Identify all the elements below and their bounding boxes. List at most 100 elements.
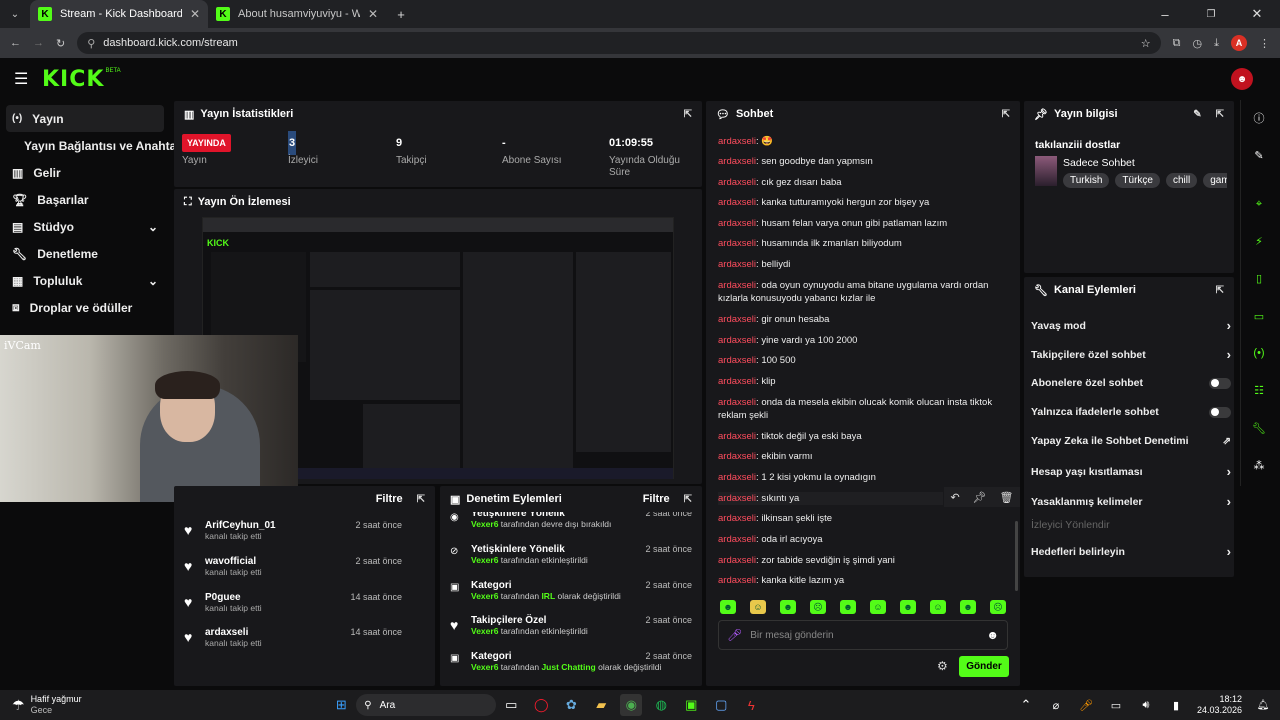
tray-icon[interactable]: ⌀ <box>1045 694 1067 716</box>
channel-action-followers-only[interactable]: Takipçilere özel sohbet › <box>1031 347 1231 362</box>
kick-logo[interactable]: KICK <box>42 67 104 92</box>
chat-username[interactable]: ardaxseli <box>718 280 756 291</box>
extensions-icon[interactable]: ⧉ <box>1173 37 1181 50</box>
layout-icon[interactable]: ☷ <box>1245 378 1273 402</box>
weather-widget[interactable]: ☂ Hafif yağmur Gece <box>12 694 82 716</box>
chat-username[interactable]: ardaxseli <box>718 136 756 147</box>
emote-icon[interactable]: ☹ <box>810 600 826 614</box>
app-icon[interactable]: ▣ <box>680 694 702 716</box>
wrench-icon[interactable]: 🔧︎ <box>1245 416 1273 440</box>
volume-icon[interactable]: 🔊︎ <box>1135 694 1157 716</box>
sidebar-item-basarilar[interactable]: 🏆︎ Başarılar <box>0 186 170 213</box>
bookmark-star-icon[interactable]: ☆ <box>1141 37 1151 50</box>
moderator-name[interactable]: Vexer6 <box>471 519 498 529</box>
file-explorer-icon[interactable]: ▰ <box>590 694 612 716</box>
tag[interactable]: gaming <box>1203 173 1227 188</box>
chat-message[interactable]: ardaxseli: tiktok değil ya eski baya <box>718 430 998 443</box>
emote-icon[interactable]: ☻ <box>840 600 856 614</box>
chat-username[interactable]: ardaxseli <box>718 534 756 545</box>
moderator-name[interactable]: Vexer6 <box>471 555 498 565</box>
popout-icon[interactable]: ⇱ <box>684 109 692 120</box>
chat-username[interactable]: ardaxseli <box>718 335 756 346</box>
moderator-name[interactable]: Vexer6 <box>471 591 498 601</box>
hamburger-menu-icon[interactable]: ☰ <box>14 69 36 89</box>
opera-icon[interactable]: ◯ <box>530 694 552 716</box>
sidebar-item-denetleme[interactable]: 🔧︎ Denetleme <box>0 240 170 267</box>
sidebar-item-yayin[interactable]: (•) Yayın <box>6 105 164 132</box>
tag[interactable]: chill <box>1165 173 1198 188</box>
chat-username[interactable]: ardaxseli <box>718 259 756 270</box>
chat-username[interactable]: ardaxseli <box>718 314 756 325</box>
chat-message[interactable]: ardaxseli: gir onun hesaba <box>718 313 998 326</box>
chat-username[interactable]: ardaxseli <box>718 177 756 188</box>
maximize-icon[interactable]: ❐ <box>1200 3 1222 25</box>
emotes-only-toggle[interactable] <box>1209 406 1231 418</box>
battery-icon[interactable]: ▮ <box>1165 694 1187 716</box>
lightning-icon[interactable]: ⚡︎ <box>1245 229 1273 253</box>
chat-username[interactable]: ardaxseli <box>718 197 756 208</box>
emote-icon[interactable]: ☺ <box>930 600 946 614</box>
chat-username[interactable]: ardaxseli <box>718 238 756 249</box>
chat-message[interactable]: ardaxseli: zor tabide sevdiğin iş şimdi … <box>718 554 998 567</box>
network-icon[interactable]: ▭ <box>1105 694 1127 716</box>
chat-username[interactable]: ardaxseli <box>718 555 756 566</box>
browser-tab[interactable]: K About husamviyuviyu - Watch Live ✕ <box>208 0 386 28</box>
reply-icon[interactable]: ↶ <box>950 491 959 504</box>
minimize-icon[interactable]: – <box>1154 3 1176 25</box>
chat-message[interactable]: ardaxseli: ilkinsan şekli işte <box>718 512 998 525</box>
chat-message[interactable]: ardaxseli: kanka kitle lazım ya <box>718 574 998 587</box>
channel-action-goals[interactable]: Hedefleri belirleyin › <box>1031 544 1231 559</box>
chat-bubble-icon[interactable]: ▭ <box>1245 304 1273 328</box>
chat-message[interactable]: ardaxseli: yine vardı ya 100 2000 <box>718 334 998 347</box>
moderator-name[interactable]: Vexer6 <box>471 626 498 636</box>
history-icon[interactable]: ◷ <box>1193 37 1203 50</box>
emote-icon[interactable]: ☺ <box>870 600 886 614</box>
sidebar-item-gelir[interactable]: ▥ Gelir <box>0 159 170 186</box>
broadcast-icon[interactable]: (•) <box>1245 341 1273 365</box>
spotify-icon[interactable]: ◍ <box>650 694 672 716</box>
emote-icon[interactable]: ☻ <box>780 600 796 614</box>
chat-username[interactable]: ardaxseli <box>718 451 756 462</box>
chat-message[interactable]: ardaxseli: cık gez dısarı baba <box>718 176 998 189</box>
close-icon[interactable]: ✕ <box>368 7 378 21</box>
pencil-icon[interactable]: ✎ <box>1245 143 1273 167</box>
tag[interactable]: Türkçe <box>1115 173 1160 188</box>
clipboard-icon[interactable]: ▯ <box>1245 266 1273 290</box>
sidebar-item-topluluk[interactable]: ▦ Topluluk ⌄ <box>0 267 170 294</box>
new-tab-icon[interactable]: + <box>390 3 412 25</box>
chat-input[interactable]: 🎤︎ Bir mesaj gönderin ☻ <box>718 620 1008 650</box>
copilot-icon[interactable]: ✿ <box>560 694 582 716</box>
chat-message[interactable]: ardaxseli: 100 500 <box>718 354 998 367</box>
chat-message[interactable]: ardaxseli: husam felan varya onun gibi p… <box>718 217 998 230</box>
delete-icon[interactable]: 🗑︎ <box>1000 491 1014 504</box>
chat-username[interactable]: ardaxseli <box>718 156 756 167</box>
chat-message[interactable]: ardaxseli: onda da mesela ekibin olucak … <box>718 396 998 422</box>
download-icon[interactable]: ⤓ <box>1214 37 1219 50</box>
chat-message[interactable]: ardaxseli: ekibin varmı <box>718 450 998 463</box>
site-info-icon[interactable]: ⚲ <box>87 37 95 50</box>
moderator-name[interactable]: Vexer6 <box>471 662 498 672</box>
chat-message[interactable]: ardaxseli: husamında ilk zmanları biliyo… <box>718 237 998 250</box>
chat-username[interactable]: ardaxseli <box>718 431 756 442</box>
url-field[interactable]: ⚲ dashboard.kick.com/stream ☆ <box>77 32 1161 54</box>
info-icon[interactable]: ⓘ <box>1245 106 1273 130</box>
reload-icon[interactable]: ↻ <box>56 37 65 50</box>
task-view-icon[interactable]: ▭ <box>500 694 522 716</box>
forward-icon[interactable]: → <box>33 37 44 49</box>
emote-icon[interactable]: ☻ <box>720 600 736 614</box>
chat-settings-icon[interactable]: ⚙ <box>937 659 948 673</box>
tab-search-icon[interactable]: ⌄ <box>4 3 26 25</box>
microphone-icon[interactable]: 🎤︎ <box>727 628 742 642</box>
category-name[interactable]: Sadece Sohbet <box>1063 157 1135 169</box>
category-thumbnail[interactable] <box>1035 156 1057 186</box>
app-icon[interactable]: ▢ <box>710 694 732 716</box>
filter-button[interactable]: Filtre <box>376 493 403 505</box>
send-button[interactable]: Gönder <box>959 656 1009 677</box>
channel-action-ai-moderation[interactable]: Yapay Zeka ile Sohbet Denetimi ⇗ <box>1031 435 1231 447</box>
chat-message[interactable]: ardaxseli: kanka tutturamıyoki hergun zo… <box>718 196 998 209</box>
chrome-icon[interactable]: ◉ <box>620 694 643 716</box>
close-icon[interactable]: ✕ <box>190 7 200 21</box>
channel-action-slow-mode[interactable]: Yavaş mod › <box>1031 318 1231 333</box>
chat-username[interactable]: ardaxseli <box>718 355 756 366</box>
sidebar-item-droplar[interactable]: ⧈ Droplar ve ödüller <box>0 294 170 321</box>
